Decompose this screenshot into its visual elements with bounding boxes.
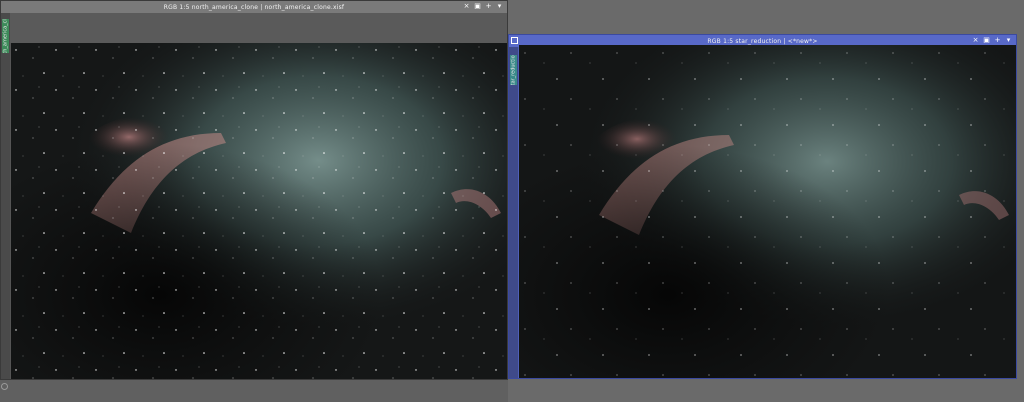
shade-icon[interactable]: + xyxy=(485,2,492,11)
view-identifier-tab[interactable]: north_america_clone xyxy=(2,19,9,53)
shade-icon[interactable]: + xyxy=(994,36,1001,45)
image-window-star-reduction[interactable]: RGB 1:5 star_reduction | <*new*> × ▣ + ▾… xyxy=(508,34,1017,379)
nebula-image xyxy=(11,43,507,379)
astro-image-canvas[interactable] xyxy=(519,45,1016,378)
window-title: RGB 1:5 north_america_clone | north_amer… xyxy=(163,3,345,11)
close-icon[interactable]: × xyxy=(463,2,470,11)
nebula-image xyxy=(519,45,1016,378)
window-menu-icon[interactable] xyxy=(511,37,518,44)
view-identifier-tab[interactable]: star_reduction xyxy=(510,55,517,85)
workspace-bottom-bar xyxy=(0,380,508,402)
window-titlebar[interactable]: RGB 1:5 north_america_clone | north_amer… xyxy=(1,1,507,13)
window-title: RGB 1:5 star_reduction | <*new*> xyxy=(707,37,818,45)
astro-image-canvas[interactable] xyxy=(11,43,507,379)
maximize-icon[interactable]: ▣ xyxy=(474,2,481,11)
view-sidebar: star_reduction xyxy=(509,47,518,378)
image-window-north-america-clone[interactable]: RGB 1:5 north_america_clone | north_amer… xyxy=(0,0,508,380)
view-sidebar: north_america_clone xyxy=(1,13,10,379)
menu-icon[interactable]: ▾ xyxy=(496,2,503,11)
maximize-icon[interactable]: ▣ xyxy=(983,36,990,45)
workspace-corner-icon[interactable] xyxy=(1,383,8,390)
close-icon[interactable]: × xyxy=(972,36,979,45)
canvas-background xyxy=(10,13,507,43)
menu-icon[interactable]: ▾ xyxy=(1005,36,1012,45)
